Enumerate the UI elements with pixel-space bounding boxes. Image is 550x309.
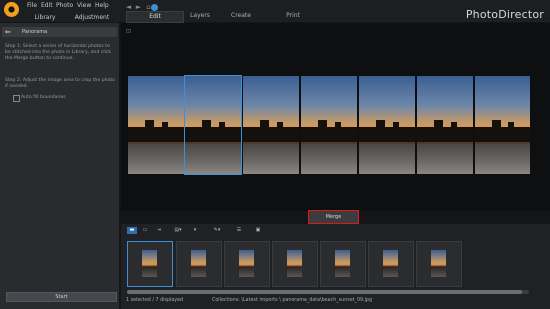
thumbnail[interactable] [368, 241, 414, 287]
menu-edit[interactable]: Edit [41, 2, 53, 9]
back-arrow-icon[interactable]: ⇐ [5, 28, 11, 36]
panorama-frame[interactable] [301, 76, 357, 174]
tab-layers[interactable]: Layers [190, 11, 210, 21]
thumbnail[interactable] [127, 241, 173, 287]
tab-edit[interactable]: Edit [126, 11, 184, 23]
panorama-frame[interactable] [243, 76, 299, 174]
tab-create[interactable]: Create [230, 11, 252, 21]
panel-header [2, 27, 117, 37]
collapse-icon[interactable]: ⇥ [155, 227, 163, 234]
view-list-icon[interactable]: ▭ [140, 227, 150, 234]
thumbnail[interactable] [320, 241, 366, 287]
auto-fill-checkbox[interactable] [13, 95, 20, 102]
menu-file[interactable]: File [27, 2, 37, 9]
file-path-status: Collections: \Latest imports \ panorama_… [212, 298, 373, 303]
label-icon[interactable]: ☰ [234, 227, 244, 234]
panorama-frame[interactable] [417, 76, 473, 174]
step1-text: Step 1: Select a series of horizontal ph… [5, 44, 112, 61]
thumbnail[interactable] [416, 241, 462, 287]
app-title: PhotoDirector [465, 8, 544, 21]
panorama-frame[interactable] [475, 76, 530, 174]
auto-fill-label: Auto fill boundaries [21, 95, 66, 100]
panorama-strip [128, 75, 530, 175]
menu-photo[interactable]: Photo [56, 2, 73, 9]
left-panel [0, 23, 119, 309]
step2-text: Step 2: Adjust the image area to crop th… [5, 78, 115, 89]
panorama-frame[interactable] [184, 75, 242, 175]
menu-help[interactable]: Help [95, 2, 109, 9]
tab-adjustment[interactable]: Adjustment [70, 13, 114, 22]
thumbnail[interactable] [272, 241, 318, 287]
view-grid-icon[interactable]: ▬ [127, 227, 137, 234]
scrollbar-thumb[interactable] [127, 290, 522, 294]
merge-button[interactable]: Merge [308, 210, 359, 224]
sort-icon[interactable]: ▤▾ [171, 227, 185, 234]
panorama-frame[interactable] [359, 76, 415, 174]
panorama-frame[interactable] [128, 76, 184, 174]
menu-view[interactable]: View [77, 2, 91, 9]
start-button[interactable]: Start [6, 292, 117, 302]
thumbnail[interactable] [224, 241, 270, 287]
tab-library[interactable]: Library [24, 13, 66, 22]
rating-filter-icon[interactable]: ✎▾ [205, 227, 229, 234]
info-icon[interactable] [151, 4, 158, 11]
tab-print[interactable]: Print [284, 11, 302, 21]
selection-status: 1 selected / 7 displayed [126, 298, 184, 303]
app-logo-icon [4, 2, 19, 17]
compare-icon[interactable]: ▣ [253, 227, 263, 234]
fit-view-icon[interactable]: ⊡ [126, 28, 131, 35]
panel-title: Panorama [22, 29, 48, 35]
thumbnail[interactable] [176, 241, 222, 287]
filter-icon[interactable]: ▾ [188, 227, 202, 234]
